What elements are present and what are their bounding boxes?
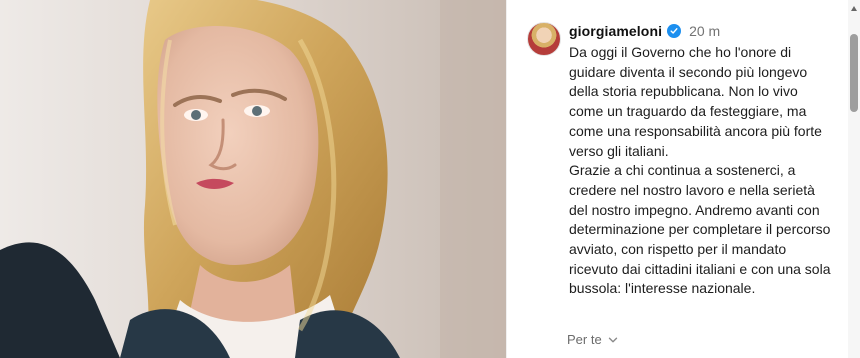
scrollbar[interactable] [848,0,860,358]
for-you-menu[interactable]: Per te [567,332,618,347]
username-link[interactable]: giorgiameloni [569,23,662,39]
post-panel: giorgiameloni 20 m Da oggi il Governo ch… [506,0,860,358]
caption-paragraph: Da oggi il Governo che ho l'onore di gui… [569,44,822,159]
scroll-up-icon[interactable] [851,6,857,11]
post-photo[interactable] [0,0,506,358]
post-caption: Da oggi il Governo che ho l'onore di gui… [569,43,831,299]
post-time: 20 m [689,23,721,39]
scrollbar-thumb[interactable] [850,34,858,112]
post-header: giorgiameloni 20 m Da oggi il Governo ch… [527,22,831,296]
for-you-label: Per te [567,332,602,347]
checkmark-icon [670,28,678,34]
verified-badge-icon [667,24,682,38]
portrait-illustration [0,0,506,358]
chevron-down-icon [608,337,617,342]
caption-column: giorgiameloni 20 m Da oggi il Governo ch… [569,22,831,299]
avatar[interactable] [527,22,561,56]
author-row: giorgiameloni 20 m [569,22,831,40]
caption-paragraph: Grazie a chi continua a sostenerci, a cr… [569,162,831,297]
